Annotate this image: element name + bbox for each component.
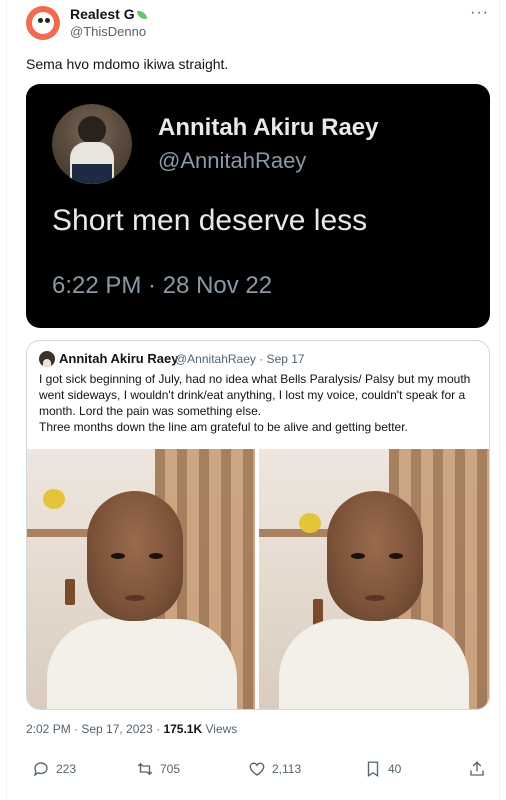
reply-count: 223 xyxy=(56,762,77,776)
card-tweet-text: Short men deserve less xyxy=(52,204,368,237)
tweet-meta: 2:02 PM · Sep 17, 2023 · 175.1K Views xyxy=(26,722,237,736)
avatar-face xyxy=(32,12,54,34)
avatar-eye xyxy=(45,18,50,23)
photo-shirt xyxy=(279,619,469,709)
photo-eye xyxy=(149,553,163,559)
photo-flower xyxy=(43,489,65,509)
quoted-meta: @AnnitahRaey · Sep 17 xyxy=(175,352,305,366)
more-icon[interactable]: ··· xyxy=(470,4,489,22)
retweet-count: 705 xyxy=(160,762,181,776)
bookmark-icon xyxy=(364,760,382,778)
bookmark-button[interactable]: 40 xyxy=(364,760,401,778)
author-name-text: Realest G xyxy=(70,6,135,22)
photo-head xyxy=(87,491,183,621)
action-bar: 223 705 2,113 40 xyxy=(26,760,490,784)
card-author-handle: @AnnitahRaey xyxy=(158,148,307,173)
leaf-emoji-icon xyxy=(136,11,147,20)
card-author-name: Annitah Akiru Raey xyxy=(158,114,379,141)
author-avatar[interactable] xyxy=(26,6,60,40)
card-avatar-head xyxy=(78,116,106,144)
like-count: 2,113 xyxy=(272,762,302,776)
quoted-tweet[interactable]: Annitah Akiru Raey @AnnitahRaey · Sep 17… xyxy=(26,340,490,710)
quoted-author-name: Annitah Akiru Raey xyxy=(59,351,179,366)
views-label: Views xyxy=(205,722,238,736)
photo-eye xyxy=(389,553,403,559)
quoted-avatar xyxy=(39,351,55,367)
quoted-text: I got sick beginning of July, had no ide… xyxy=(39,371,479,435)
avatar-eye xyxy=(38,18,43,23)
card-avatar xyxy=(52,104,132,184)
reply-icon xyxy=(32,760,50,778)
tweet-timestamp[interactable]: 2:02 PM · Sep 17, 2023 xyxy=(26,722,153,736)
like-button[interactable]: 2,113 xyxy=(248,760,301,778)
share-icon xyxy=(468,760,486,778)
retweet-button[interactable]: 705 xyxy=(136,760,180,778)
quoted-photo-left[interactable] xyxy=(27,449,255,709)
share-button[interactable] xyxy=(468,760,486,778)
author-name[interactable]: Realest G xyxy=(70,6,147,22)
quoted-paragraph: Three months down the line am grateful t… xyxy=(39,420,408,434)
photo-shirt xyxy=(47,619,237,709)
photo-eye xyxy=(111,553,125,559)
photo-eye xyxy=(351,553,365,559)
author-handle[interactable]: @ThisDenno xyxy=(70,24,146,39)
heart-icon xyxy=(248,760,266,778)
photo-flower xyxy=(299,513,321,533)
photo-bottle xyxy=(65,579,75,605)
retweet-icon xyxy=(136,760,154,778)
quoted-photo-right[interactable] xyxy=(259,449,489,709)
card-timestamp: 6:22 PM · 28 Nov 22 xyxy=(52,272,273,299)
views-count: 175.1K xyxy=(163,722,203,736)
reply-button[interactable]: 223 xyxy=(32,760,76,778)
bookmark-count: 40 xyxy=(388,762,402,776)
photo-head xyxy=(327,491,423,621)
photo-mouth xyxy=(365,595,385,601)
tweet-text: Sema hvo mdomo ikiwa straight. xyxy=(26,56,229,72)
card-avatar-jeans xyxy=(72,164,112,184)
quoted-paragraph: I got sick beginning of July, had no ide… xyxy=(39,372,471,418)
screenshot-image[interactable]: Annitah Akiru Raey @AnnitahRaey Short me… xyxy=(26,84,490,328)
photo-mouth xyxy=(125,595,145,601)
